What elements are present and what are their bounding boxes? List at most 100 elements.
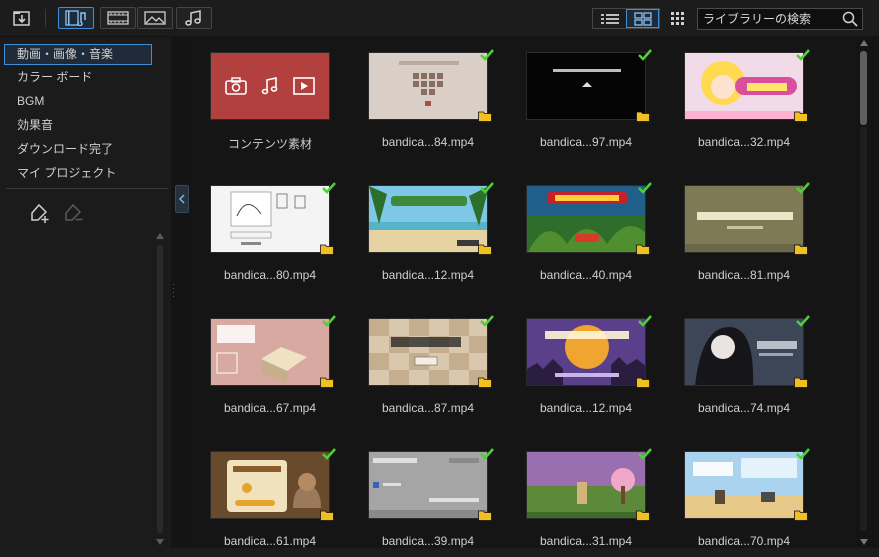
scroll-track[interactable] — [860, 127, 867, 531]
image-icon — [144, 11, 166, 25]
folder-icon — [478, 111, 492, 122]
more-options-button[interactable] — [668, 7, 686, 29]
check-icon — [322, 182, 336, 194]
media-music-icon — [65, 10, 86, 26]
media-item[interactable]: bandica...84.mp4 — [348, 37, 494, 157]
scroll-up-icon[interactable] — [156, 233, 164, 239]
folder-icon — [478, 244, 492, 255]
media-item[interactable]: bandica...70.mp4 — [664, 436, 810, 548]
media-grid-scrollbar[interactable] — [858, 37, 870, 548]
video-thumbnail[interactable] — [684, 451, 804, 519]
video-thumbnail[interactable] — [684, 185, 804, 253]
video-thumbnail[interactable] — [368, 318, 488, 386]
import-media-button[interactable] — [8, 7, 36, 29]
scroll-down-icon[interactable] — [860, 539, 868, 545]
check-icon — [796, 448, 810, 460]
tab-audio[interactable] — [176, 7, 212, 29]
music-note-icon — [261, 77, 278, 95]
media-item[interactable]: bandica...12.mp4 — [506, 303, 652, 423]
media-item[interactable]: コンテンツ素材 — [190, 37, 330, 157]
dots-grid-icon — [671, 12, 684, 25]
media-caption: bandica...87.mp4 — [381, 401, 475, 415]
media-caption: コンテンツ素材 — [227, 137, 312, 151]
media-caption: bandica...97.mp4 — [539, 135, 633, 149]
video-thumbnail[interactable] — [210, 451, 330, 519]
music-note-icon — [185, 10, 201, 26]
content-folder-thumbnail[interactable] — [210, 52, 330, 120]
media-caption: bandica...40.mp4 — [539, 268, 633, 282]
video-thumbnail[interactable] — [526, 451, 646, 519]
folder-icon — [794, 510, 808, 521]
tab-video[interactable] — [100, 7, 136, 29]
media-item[interactable]: bandica...39.mp4 — [348, 436, 494, 548]
media-caption: bandica...12.mp4 — [539, 401, 633, 415]
list-view-button[interactable] — [593, 9, 626, 28]
video-thumbnail[interactable] — [210, 318, 330, 386]
video-thumbnail[interactable] — [210, 185, 330, 253]
tag-remove-icon — [65, 203, 83, 221]
tag-list-scrollbar[interactable] — [156, 233, 164, 545]
scroll-thumb[interactable] — [860, 51, 867, 125]
folder-icon — [478, 377, 492, 388]
tab-photo[interactable] — [137, 7, 173, 29]
media-item[interactable]: bandica...31.mp4 — [506, 436, 652, 548]
toolbar — [0, 0, 879, 36]
collapse-panel-button[interactable] — [175, 185, 189, 213]
tab-video-music[interactable] — [58, 7, 94, 29]
video-thumbnail[interactable] — [368, 185, 488, 253]
folder-icon — [636, 111, 650, 122]
video-thumbnail[interactable] — [368, 451, 488, 519]
video-thumbnail[interactable] — [526, 318, 646, 386]
check-icon — [638, 49, 652, 61]
category-media[interactable]: 動画・画像・音楽 — [4, 44, 152, 65]
bottom-bar — [0, 548, 879, 557]
scroll-up-icon[interactable] — [860, 40, 868, 46]
media-item[interactable]: bandica...74.mp4 — [664, 303, 810, 423]
media-grid: コンテンツ素材 bandica...84.mp4 bandica...97.mp… — [190, 37, 855, 548]
media-item[interactable]: bandica...12.mp4 — [348, 170, 494, 290]
folder-icon — [794, 244, 808, 255]
video-thumbnail[interactable] — [684, 318, 804, 386]
play-icon — [293, 77, 315, 95]
category-color-board[interactable]: カラー ボード — [4, 67, 152, 88]
check-icon — [638, 182, 652, 194]
media-item[interactable]: bandica...97.mp4 — [506, 37, 652, 157]
check-icon — [480, 182, 494, 194]
category-downloads[interactable]: ダウンロード完了 — [4, 139, 152, 160]
media-caption: bandica...74.mp4 — [697, 401, 791, 415]
media-item[interactable]: bandica...81.mp4 — [664, 170, 810, 290]
panel-divider — [6, 188, 168, 189]
add-tag-button[interactable] — [28, 201, 52, 228]
category-sound-effects[interactable]: 効果音 — [4, 115, 152, 136]
media-item[interactable]: bandica...32.mp4 — [664, 37, 810, 157]
media-caption: bandica...31.mp4 — [539, 534, 633, 548]
category-my-projects[interactable]: マイ プロジェクト — [4, 163, 152, 184]
media-item[interactable]: bandica...61.mp4 — [190, 436, 336, 548]
grid-view-button[interactable] — [626, 9, 659, 28]
toolbar-separator — [45, 9, 46, 27]
video-thumbnail[interactable] — [526, 185, 646, 253]
search-input[interactable] — [698, 9, 838, 29]
scroll-track[interactable] — [157, 245, 163, 533]
folder-icon — [320, 244, 334, 255]
category-bgm[interactable]: BGM — [4, 91, 152, 112]
folder-icon — [636, 244, 650, 255]
scroll-down-icon[interactable] — [156, 539, 164, 545]
video-thumbnail[interactable] — [526, 52, 646, 120]
media-item[interactable]: bandica...87.mp4 — [348, 303, 494, 423]
list-view-icon — [600, 13, 619, 24]
check-icon — [480, 448, 494, 460]
chevron-left-icon — [178, 194, 185, 204]
media-item[interactable]: bandica...40.mp4 — [506, 170, 652, 290]
media-caption: bandica...67.mp4 — [223, 401, 317, 415]
media-item[interactable]: bandica...67.mp4 — [190, 303, 336, 423]
remove-tag-button[interactable] — [62, 201, 86, 228]
video-thumbnail[interactable] — [368, 52, 488, 120]
search-icon[interactable] — [842, 11, 858, 27]
check-icon — [480, 315, 494, 327]
media-item[interactable]: bandica...80.mp4 — [190, 170, 336, 290]
media-caption: bandica...84.mp4 — [381, 135, 475, 149]
panel-resize-grip[interactable] — [172, 282, 175, 302]
video-thumbnail[interactable] — [684, 52, 804, 120]
folder-icon — [320, 377, 334, 388]
